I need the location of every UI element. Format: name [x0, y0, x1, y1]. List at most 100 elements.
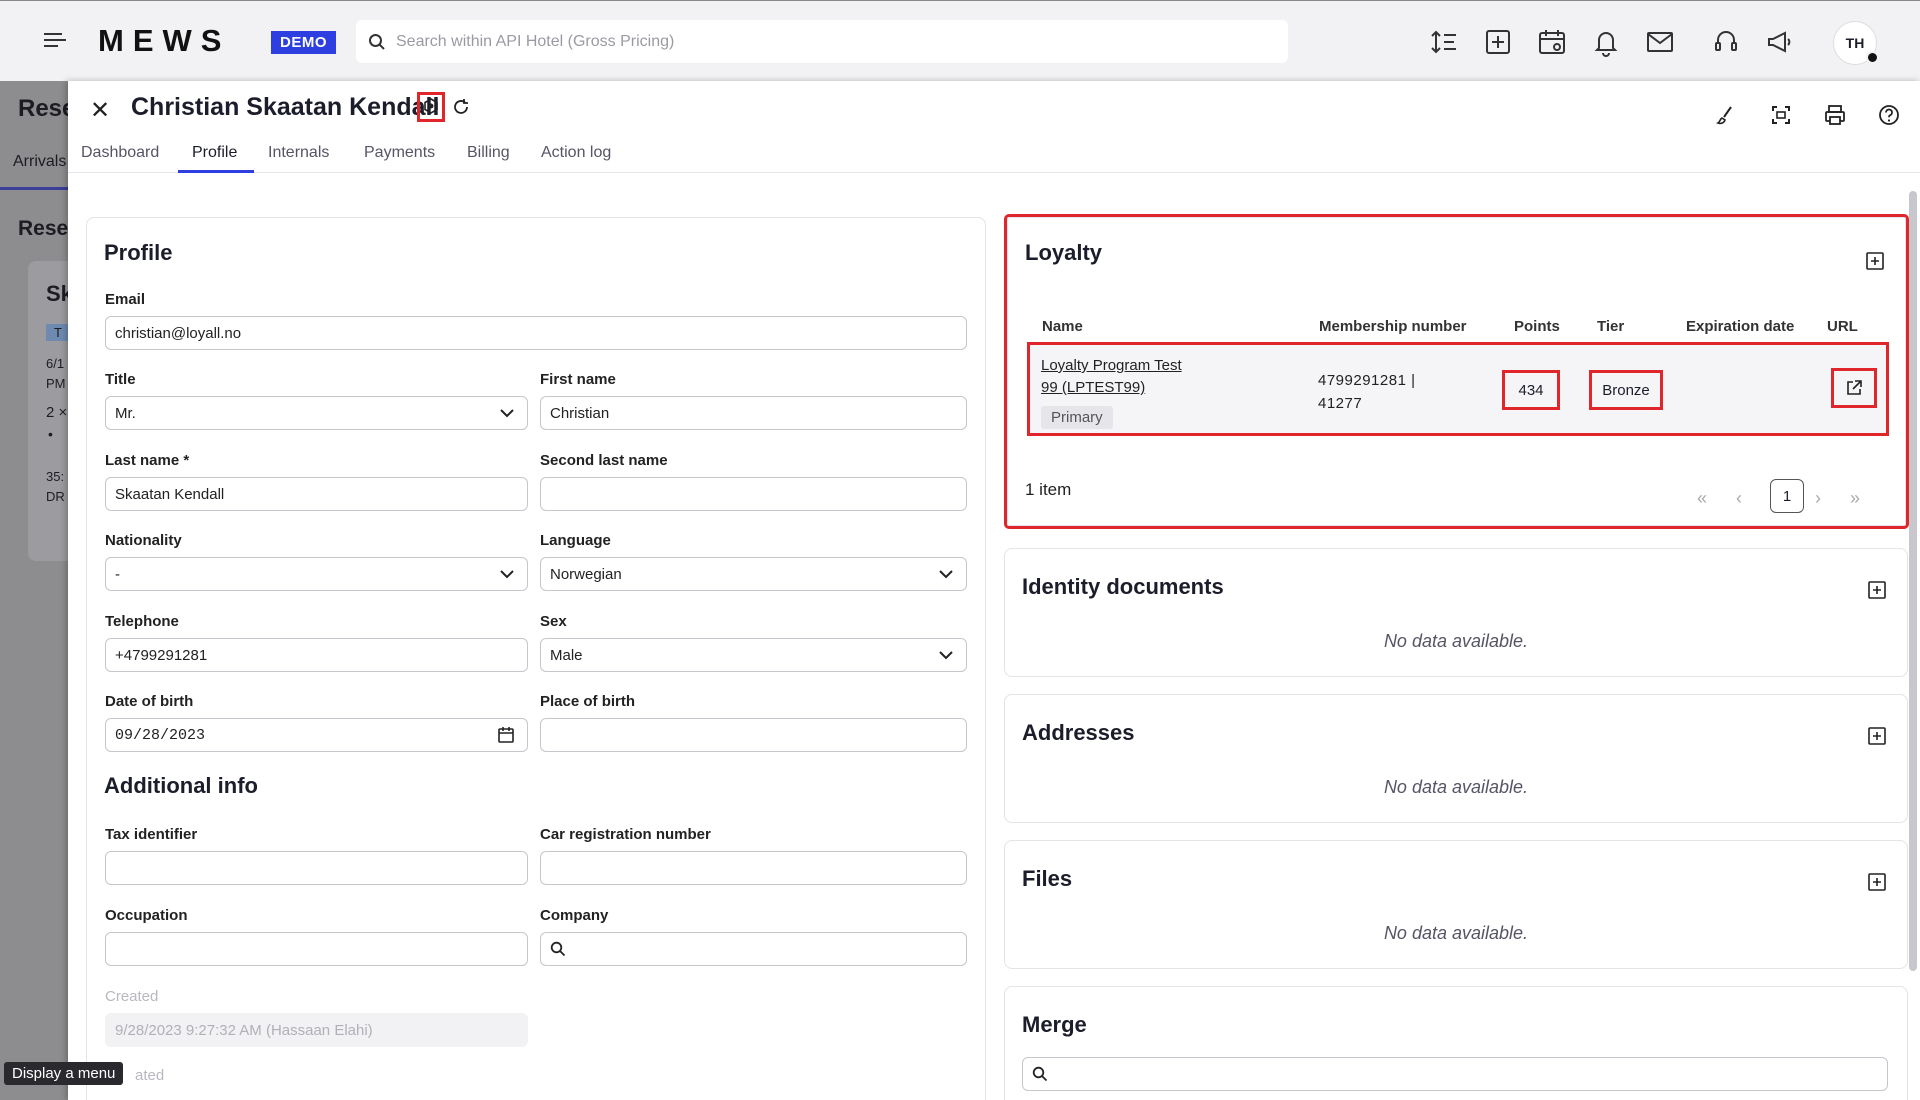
current-page-button[interactable]: 1: [1770, 479, 1804, 513]
calendar-icon[interactable]: [497, 726, 515, 744]
add-identity-document-icon[interactable]: [1867, 580, 1887, 600]
add-loyalty-icon[interactable]: [1865, 251, 1885, 271]
email-field[interactable]: christian@loyall.no: [105, 316, 967, 350]
tax-field[interactable]: [105, 851, 528, 885]
background-count: 2 ×: [46, 404, 68, 421]
main-menu-icon[interactable]: [44, 29, 72, 53]
car-field[interactable]: [540, 851, 967, 885]
user-initials: TH: [1845, 35, 1865, 51]
tab-billing[interactable]: Billing: [467, 144, 510, 162]
merge-title: Merge: [1022, 1012, 1087, 1037]
col-membership: Membership number: [1319, 318, 1467, 335]
background-badge: T: [46, 324, 68, 341]
language-label: Language: [540, 532, 611, 549]
created-value: 9/28/2023 9:27:32 AM (Hassaan Elahi): [115, 1021, 373, 1039]
files-card: Files No data available.: [1004, 840, 1908, 969]
search-icon: [1032, 1066, 1048, 1082]
nationality-select[interactable]: -: [105, 557, 528, 591]
additional-info-title: Additional info: [104, 773, 258, 798]
background-title: Rese: [18, 95, 68, 122]
email-label: Email: [105, 291, 146, 308]
background-bullet: •: [48, 426, 53, 442]
membership-line1: 4799291281 |: [1318, 372, 1416, 389]
external-link-icon: [1847, 380, 1862, 395]
pob-field[interactable]: [540, 718, 967, 752]
loyalty-hexagon-icon[interactable]: [417, 92, 445, 122]
files-title: Files: [1022, 866, 1073, 891]
pob-label: Place of birth: [540, 693, 636, 710]
program-name-line2: 99 (LPTEST99): [1041, 379, 1146, 396]
last-name-label: Last name *: [105, 452, 190, 469]
title-label: Title: [105, 371, 136, 388]
telephone-label: Telephone: [105, 613, 179, 630]
first-name-label: First name: [540, 371, 616, 388]
user-avatar[interactable]: TH: [1833, 21, 1879, 65]
add-address-icon[interactable]: [1867, 726, 1887, 746]
help-icon[interactable]: [1875, 101, 1903, 129]
mail-icon[interactable]: [1644, 26, 1676, 58]
second-last-name-field[interactable]: [540, 477, 967, 511]
addresses-card: Addresses No data available.: [1004, 694, 1908, 823]
active-tab-indicator: [178, 170, 254, 173]
status-dot: [1866, 51, 1879, 64]
background-card-title: Sk: [46, 281, 68, 306]
occupation-label: Occupation: [105, 907, 188, 924]
background-page: Rese Arrivals Rese Sk T 6/1 PM 2 × • 35:…: [0, 81, 68, 1100]
add-icon[interactable]: [1482, 26, 1514, 58]
scan-icon[interactable]: [1767, 101, 1795, 129]
add-file-icon[interactable]: [1867, 872, 1887, 892]
prev-page-icon[interactable]: ‹: [1736, 488, 1742, 509]
search-input[interactable]: [396, 32, 1276, 51]
last-name-field[interactable]: Skaatan Kendall: [105, 477, 528, 511]
telephone-field[interactable]: +4799291281: [105, 638, 528, 672]
tab-action-log[interactable]: Action log: [541, 144, 611, 162]
addresses-title: Addresses: [1022, 720, 1135, 745]
loyalty-program-link[interactable]: Loyalty Program Test 99 (LPTEST99): [1041, 355, 1182, 399]
sex-value: Male: [550, 646, 583, 664]
mews-logo[interactable]: MEWS: [98, 23, 230, 59]
files-empty-text: No data available.: [1383, 923, 1529, 943]
sex-select[interactable]: Male: [540, 638, 967, 672]
title-select[interactable]: Mr.: [105, 396, 528, 430]
first-name-field[interactable]: Christian: [540, 396, 967, 430]
support-icon[interactable]: [1710, 26, 1742, 58]
first-page-icon[interactable]: «: [1697, 488, 1707, 509]
brush-icon[interactable]: [1713, 101, 1741, 129]
language-value: Norwegian: [550, 565, 622, 583]
drawer-scrollbar[interactable]: [1909, 191, 1917, 971]
occupation-field[interactable]: [105, 932, 528, 966]
merge-search-field[interactable]: [1022, 1057, 1888, 1091]
search-bar[interactable]: [356, 20, 1288, 63]
tab-internals[interactable]: Internals: [268, 144, 329, 162]
first-name-value: Christian: [550, 404, 610, 422]
dob-label: Date of birth: [105, 693, 194, 710]
background-tab-underline: [0, 187, 68, 190]
dob-field[interactable]: 09/28/2023: [105, 718, 528, 752]
close-icon[interactable]: ✕: [90, 96, 110, 125]
language-select[interactable]: Norwegian: [540, 557, 967, 591]
identity-documents-title: Identity documents: [1022, 574, 1224, 599]
col-url: URL: [1827, 318, 1858, 335]
sort-icon[interactable]: [1428, 26, 1460, 58]
print-icon[interactable]: [1821, 101, 1849, 129]
tab-profile[interactable]: Profile: [192, 144, 237, 162]
membership-number: 4799291281 | 41277: [1318, 369, 1416, 415]
merge-card: Merge: [1004, 986, 1908, 1100]
calendar-icon[interactable]: [1536, 26, 1568, 58]
tab-dashboard[interactable]: Dashboard: [81, 144, 159, 162]
open-url-button[interactable]: [1831, 368, 1877, 408]
company-search-field[interactable]: [540, 932, 967, 966]
menu-tooltip: Display a menu: [4, 1062, 124, 1085]
guest-name: Christian Skaatan Kendall: [131, 93, 440, 121]
last-name-value: Skaatan Kendall: [115, 485, 225, 503]
chevron-down-icon: [500, 570, 514, 579]
last-page-icon[interactable]: »: [1850, 488, 1860, 509]
next-page-icon[interactable]: ›: [1815, 488, 1821, 509]
sex-label: Sex: [540, 613, 567, 630]
refresh-icon[interactable]: [450, 96, 472, 118]
megaphone-icon[interactable]: [1764, 26, 1796, 58]
tab-payments[interactable]: Payments: [364, 144, 435, 162]
car-label: Car registration number: [540, 826, 711, 843]
bell-icon[interactable]: [1590, 26, 1622, 58]
profile-tabs: Dashboard Profile Internals Payments Bil…: [68, 133, 1920, 173]
